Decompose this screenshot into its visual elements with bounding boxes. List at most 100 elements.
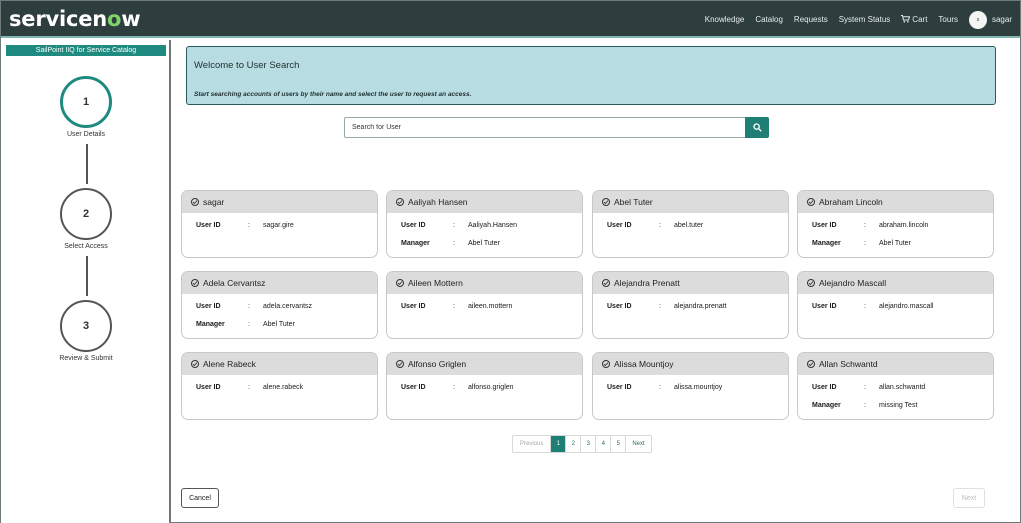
user-id-field-label: User ID (196, 303, 221, 310)
field-separator: : (864, 402, 866, 409)
step-connector (86, 144, 88, 184)
user-card-name: sagar (203, 197, 225, 207)
step-select-access[interactable]: 2 Select Access (1, 188, 171, 250)
user-card-header[interactable]: Alissa Mountjoy (593, 353, 788, 375)
step-circle: 2 (60, 188, 112, 240)
sidebar-title: SailPoint IIQ for Service Catalog (6, 45, 166, 56)
user-id-field: User ID: adela.cervantsz (196, 303, 312, 310)
user-card-header[interactable]: Alejandra Prenatt (593, 272, 788, 294)
user-card[interactable]: Alissa Mountjoy User ID: alissa.mountjoy (592, 352, 789, 420)
user-card[interactable]: sagar User ID: sagar.gire (181, 190, 378, 258)
user-id-field: User ID: alissa.mountjoy (607, 384, 722, 391)
nav-cart[interactable]: Cart (901, 14, 927, 25)
field-separator: : (864, 384, 866, 391)
user-card-header[interactable]: Abel Tuter (593, 191, 788, 213)
avatar[interactable]: s (968, 10, 987, 29)
user-id-field-value: alejandro.mascall (879, 303, 934, 310)
user-id-field: User ID: aileen.mottern (401, 303, 512, 310)
nav-system-status[interactable]: System Status (839, 15, 891, 24)
user-card-header[interactable]: Alene Rabeck (182, 353, 377, 375)
user-card[interactable]: Alfonso Griglen User ID: alfonso.griglen (386, 352, 583, 420)
user-card-header[interactable]: Allan Schwantd (798, 353, 993, 375)
check-circle-icon (191, 360, 199, 368)
check-circle-icon (396, 279, 404, 287)
nav-knowledge[interactable]: Knowledge (705, 15, 745, 24)
user-id-field-label: User ID (812, 303, 837, 310)
user-id-field-value: aileen.mottern (468, 303, 513, 310)
step-label: User Details (66, 131, 106, 138)
user-card-header[interactable]: Abraham Lincoln (798, 191, 993, 213)
user-id-field-label: User ID (812, 222, 837, 229)
top-navigation-bar: servicenow Knowledge Catalog Requests Sy… (1, 1, 1020, 38)
user-id-field-value: Aaliyah.Hansen (468, 222, 518, 229)
step-review-submit[interactable]: 3 Review & Submit (1, 300, 171, 362)
user-card-name: Adela Cervantsz (203, 278, 266, 288)
pagination-page-1[interactable]: 1 (551, 436, 567, 452)
user-card-name: Abel Tuter (614, 197, 653, 207)
next-button[interactable]: Next (953, 488, 985, 508)
user-card-name: Allan Schwantd (819, 359, 878, 369)
user-id-field-label: User ID (607, 222, 632, 229)
user-id-field-label: User ID (401, 303, 426, 310)
user-id-field-value: abel.tuter (674, 222, 704, 229)
pagination-page-2[interactable]: 2 (566, 436, 582, 452)
cancel-button[interactable]: Cancel (181, 488, 219, 508)
pagination-previous[interactable]: Previous (513, 436, 552, 452)
welcome-subtitle: Start searching accounts of users by the… (194, 91, 472, 98)
manager-field-value: missing Test (879, 402, 918, 409)
user-card-name: Alejandro Mascall (819, 278, 887, 288)
search-button[interactable] (745, 117, 769, 138)
check-circle-icon (807, 279, 815, 287)
pagination-page-5[interactable]: 5 (611, 436, 627, 452)
user-card-name: Alfonso Griglen (408, 359, 467, 369)
user-card-name: Alejandra Prenatt (614, 278, 680, 288)
field-separator: : (248, 321, 250, 328)
user-card[interactable]: Alejandra Prenatt User ID: alejandra.prena… (592, 271, 789, 339)
pagination-next[interactable]: Next (626, 436, 650, 452)
welcome-title: Welcome to User Search (194, 60, 300, 71)
user-id-field: User ID: abel.tuter (607, 222, 703, 229)
check-circle-icon (807, 198, 815, 206)
user-id-field-value: adela.cervantsz (263, 303, 313, 310)
user-id-field-value: abraham.lincoln (879, 222, 929, 229)
check-circle-icon (602, 279, 610, 287)
pagination-page-3[interactable]: 3 (581, 436, 597, 452)
user-name[interactable]: sagar (992, 15, 1012, 24)
user-id-field-value: sagar.gire (263, 222, 294, 229)
pagination: Previous 1 2 3 4 5 Next (512, 435, 652, 453)
user-card[interactable]: Aaliyah Hansen User ID: Aaliyah.Hansen Mana… (386, 190, 583, 258)
user-card[interactable]: Alejandro Mascall User ID: alejandro.masca… (797, 271, 994, 339)
search-input[interactable] (344, 117, 745, 138)
user-card-header[interactable]: Alfonso Griglen (387, 353, 582, 375)
user-card-name: Abraham Lincoln (819, 197, 883, 207)
user-card-header[interactable]: Adela Cervantsz (182, 272, 377, 294)
field-separator: : (248, 222, 250, 229)
main-content: Welcome to User Search Start searching a… (173, 40, 1020, 523)
check-circle-icon (396, 198, 404, 206)
user-card-header[interactable]: Aaliyah Hansen (387, 191, 582, 213)
servicenow-logo[interactable]: servicenow (9, 7, 141, 31)
nav-catalog[interactable]: Catalog (755, 15, 783, 24)
user-card[interactable]: Adela Cervantsz User ID: adela.cervantsz Ma… (181, 271, 378, 339)
user-card[interactable]: Abel Tuter User ID: abel.tuter (592, 190, 789, 258)
user-card[interactable]: Allan Schwantd User ID: allan.schwantd Mana… (797, 352, 994, 420)
user-card-header[interactable]: Alejandro Mascall (798, 272, 993, 294)
nav-tours[interactable]: Tours (938, 15, 958, 24)
search-icon (752, 119, 762, 137)
user-id-field-label: User ID (196, 384, 221, 391)
cart-icon (901, 14, 911, 25)
user-id-field-label: User ID (401, 222, 426, 229)
check-circle-icon (191, 198, 199, 206)
user-card-header[interactable]: sagar (182, 191, 377, 213)
user-id-field: User ID: sagar.gire (196, 222, 294, 229)
user-card[interactable]: Abraham Lincoln User ID: abraham.lincoln Ma… (797, 190, 994, 258)
field-separator: : (453, 384, 455, 391)
user-card-header[interactable]: Aileen Mottern (387, 272, 582, 294)
user-card[interactable]: Aileen Mottern User ID: aileen.mottern (386, 271, 583, 339)
pagination-page-4[interactable]: 4 (596, 436, 612, 452)
field-separator: : (864, 222, 866, 229)
user-card[interactable]: Alene Rabeck User ID: alene.rabeck (181, 352, 378, 420)
nav-requests[interactable]: Requests (794, 15, 828, 24)
step-user-details[interactable]: 1 User Details (1, 76, 171, 138)
user-id-field-label: User ID (607, 384, 632, 391)
